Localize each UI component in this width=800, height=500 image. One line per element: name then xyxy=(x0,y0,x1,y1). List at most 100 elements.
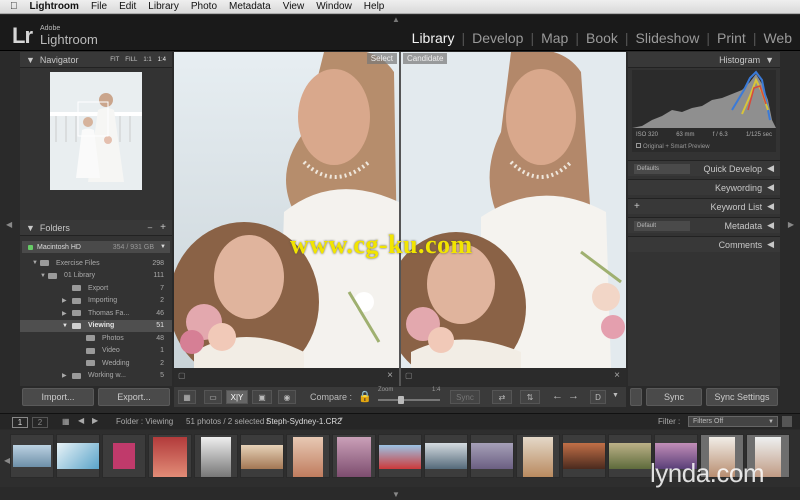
folder-row[interactable]: ▶ Importing 2 xyxy=(20,295,172,308)
folder-row[interactable]: Wedding 2 xyxy=(20,357,172,370)
folder-row[interactable]: ▼ 01 Library 111 xyxy=(20,270,172,283)
filmstrip-thumb[interactable] xyxy=(102,434,146,478)
survey-view-icon[interactable]: ▣ xyxy=(252,390,272,404)
people-view-icon[interactable]: ◉ xyxy=(278,390,296,404)
add-folder-button[interactable]: + xyxy=(160,222,166,233)
swap-icon[interactable]: ⇄ xyxy=(492,390,512,404)
auto-sync-switch[interactable] xyxy=(630,388,642,406)
module-web[interactable]: Web xyxy=(763,30,792,46)
folder-row[interactable]: Export 7 xyxy=(20,282,172,295)
zoom-fit[interactable]: FIT xyxy=(110,57,119,63)
navigator-header[interactable]: ▼ Navigator FIT FILL 1:1 1:4 xyxy=(20,52,172,68)
minus-icon[interactable]: – xyxy=(148,223,152,232)
menu-help[interactable]: Help xyxy=(364,1,385,12)
filmstrip-thumb[interactable] xyxy=(516,434,560,478)
done-button[interactable]: D xyxy=(590,390,606,404)
top-panel-toggle-icon[interactable]: ▲ xyxy=(392,15,400,24)
module-print[interactable]: Print xyxy=(717,30,746,46)
metadata-header[interactable]: Default Metadata ◀ xyxy=(628,217,780,233)
filmstrip-thumb[interactable] xyxy=(470,434,514,478)
histogram-header[interactable]: Histogram ▼ xyxy=(628,52,780,68)
disclosure-icon[interactable]: ▶ xyxy=(62,297,67,304)
navigator-preview[interactable] xyxy=(50,72,142,190)
module-book[interactable]: Book xyxy=(586,30,618,46)
menu-photo[interactable]: Photo xyxy=(191,1,217,12)
module-library[interactable]: Library xyxy=(412,30,455,46)
menu-view[interactable]: View xyxy=(283,1,305,12)
filmstrip-thumb[interactable] xyxy=(10,434,54,478)
filmstrip-thumb[interactable] xyxy=(286,434,330,478)
keywording-header[interactable]: Keywording ◀ xyxy=(628,179,780,195)
export-button[interactable]: Export... xyxy=(98,388,170,406)
grid-view-icon[interactable]: ▦ xyxy=(178,390,196,404)
menu-lightroom[interactable]: Lightroom xyxy=(30,1,79,12)
close-icon[interactable]: × xyxy=(614,370,620,381)
sync-settings-button[interactable]: Sync Settings xyxy=(706,388,778,406)
forward-arrow-icon[interactable]: ▶ xyxy=(92,416,98,425)
folder-row[interactable]: ▶ Thomas Fa... 46 xyxy=(20,307,172,320)
folders-header[interactable]: ▼ Folders – + xyxy=(20,220,172,236)
zoom-fill[interactable]: FILL xyxy=(125,57,137,63)
menu-metadata[interactable]: Metadata xyxy=(229,1,271,12)
import-button[interactable]: Import... xyxy=(22,388,94,406)
folder-row[interactable]: ▶ Working w... 5 xyxy=(20,370,172,383)
menu-file[interactable]: File xyxy=(91,1,107,12)
zoom-slider-thumb[interactable] xyxy=(398,396,404,404)
folder-row[interactable]: ▼ Exercise Files 298 xyxy=(20,257,172,270)
quick-develop-header[interactable]: Defaults Quick Develop ◀ xyxy=(628,160,780,176)
preset-select[interactable]: Defaults xyxy=(634,163,690,174)
candidate-photo[interactable]: Candidate xyxy=(401,52,626,368)
disclosure-icon[interactable]: ▼ xyxy=(32,260,38,266)
close-icon[interactable]: × xyxy=(387,370,393,381)
filmstrip-toggle-icon[interactable]: ▼ xyxy=(392,490,400,499)
filename-menu-icon[interactable]: ▼ xyxy=(338,417,344,423)
filter-lock-icon[interactable] xyxy=(782,416,792,427)
disclosure-icon[interactable]: ▼ xyxy=(62,323,68,329)
loupe-view-icon[interactable]: ▭ xyxy=(204,390,222,404)
zoom-slider[interactable] xyxy=(378,396,440,404)
next-arrow-icon[interactable]: → xyxy=(568,390,579,402)
module-map[interactable]: Map xyxy=(541,30,568,46)
zoom-1-4[interactable]: 1:4 xyxy=(158,57,166,63)
folder-row[interactable]: Video 1 xyxy=(20,345,172,358)
module-develop[interactable]: Develop xyxy=(472,30,523,46)
filmstrip-thumb[interactable] xyxy=(148,434,192,478)
menu-window[interactable]: Window xyxy=(316,1,352,12)
disclosure-icon[interactable]: ▶ xyxy=(62,372,67,379)
lock-icon[interactable]: 🔒 xyxy=(358,390,372,403)
metadata-preset-select[interactable]: Default xyxy=(634,220,690,231)
checkbox-icon[interactable] xyxy=(636,143,641,148)
apple-icon[interactable]:  xyxy=(10,1,18,12)
filmstrip-thumb[interactable] xyxy=(56,434,100,478)
disclosure-icon[interactable]: ▼ xyxy=(40,273,46,279)
folder-row[interactable]: Photos 48 xyxy=(20,332,172,345)
make-select-icon[interactable]: ⇅ xyxy=(520,390,540,404)
add-keyword-button[interactable]: + xyxy=(634,201,640,212)
disclosure-icon[interactable]: ▶ xyxy=(62,310,67,317)
volume-bar[interactable]: Macintosh HD 354 / 931 GB ▼ xyxy=(22,241,170,253)
menu-library[interactable]: Library xyxy=(148,1,179,12)
menu-edit[interactable]: Edit xyxy=(119,1,136,12)
sync-button[interactable]: Sync xyxy=(646,388,702,406)
keyword-list-header[interactable]: + Keyword List ◀ xyxy=(628,198,780,214)
main-window-button[interactable]: 1 xyxy=(12,417,28,428)
sync-toolbar-button[interactable]: Sync xyxy=(450,390,480,404)
left-panel-toggle-icon[interactable]: ◀ xyxy=(6,220,12,229)
toolbar-menu-icon[interactable]: ▼ xyxy=(612,392,619,399)
select-photo[interactable]: Select xyxy=(174,52,399,368)
source-folder[interactable]: Folder : Viewing xyxy=(116,417,173,426)
second-window-button[interactable]: 2 xyxy=(32,417,48,428)
comments-header[interactable]: Comments ◀ xyxy=(628,236,780,252)
back-arrow-icon[interactable]: ◀ xyxy=(78,416,84,425)
grid-icon[interactable]: ▦ xyxy=(62,417,70,426)
filmstrip-thumb[interactable] xyxy=(562,434,606,478)
compare-view-button[interactable]: X|Y xyxy=(226,390,248,404)
filter-select[interactable]: Filters Off ▼ xyxy=(688,416,778,427)
module-slideshow[interactable]: Slideshow xyxy=(636,30,700,46)
previous-arrow-icon[interactable]: ← xyxy=(552,390,563,402)
zoom-1-1[interactable]: 1:1 xyxy=(143,57,151,63)
filmstrip-thumb[interactable] xyxy=(332,434,376,478)
filmstrip-thumb[interactable] xyxy=(378,434,422,478)
filename[interactable]: Steph-Sydney-1.CR2 xyxy=(266,417,342,426)
right-panel-toggle-icon[interactable]: ▶ xyxy=(788,220,794,229)
